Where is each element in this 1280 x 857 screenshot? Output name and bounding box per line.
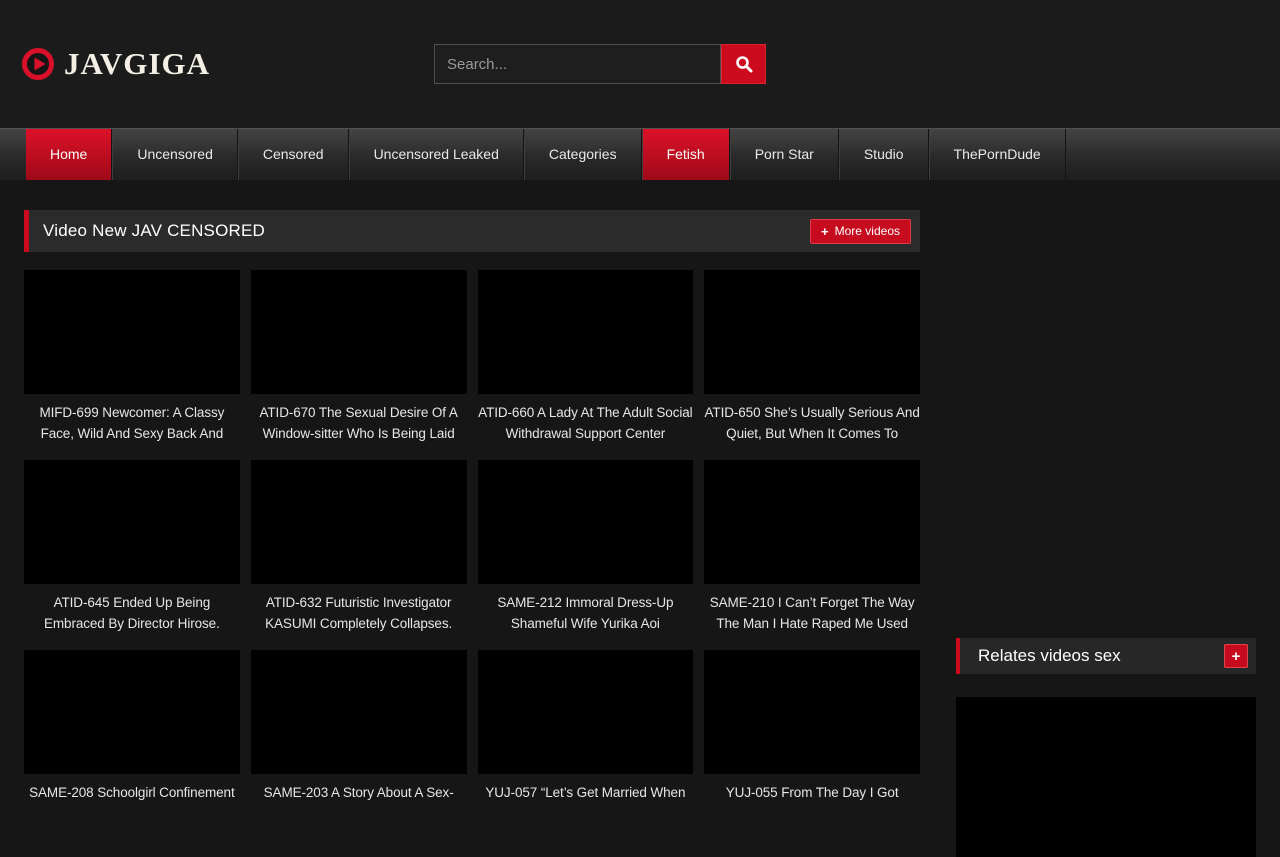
- video-thumbnail[interactable]: [704, 460, 920, 584]
- video-thumbnail[interactable]: [704, 270, 920, 394]
- main-column: Video New JAV CENSORED + More videos MIF…: [24, 210, 920, 857]
- video-thumbnail[interactable]: [24, 270, 240, 394]
- video-card: SAME-203 A Story About A Sex-: [251, 650, 467, 803]
- nav-item-uncensored-leaked[interactable]: Uncensored Leaked: [349, 129, 524, 180]
- main-nav: Home Uncensored Censored Uncensored Leak…: [0, 128, 1280, 180]
- video-thumbnail[interactable]: [704, 650, 920, 774]
- video-thumbnail[interactable]: [24, 650, 240, 774]
- video-thumbnail[interactable]: [478, 460, 694, 584]
- more-videos-button[interactable]: + More videos: [810, 219, 911, 244]
- video-card: ATID-645 Ended Up Being Embraced By Dire…: [24, 460, 240, 634]
- video-card: ATID-632 Futuristic Investigator KASUMI …: [251, 460, 467, 634]
- video-card: YUJ-055 From The Day I Got: [704, 650, 920, 803]
- video-card: SAME-212 Immoral Dress-Up Shameful Wife …: [478, 460, 694, 634]
- nav-item-fetish[interactable]: Fetish: [642, 129, 730, 180]
- video-title[interactable]: ATID-645 Ended Up Being Embraced By Dire…: [24, 592, 240, 634]
- plus-icon: +: [1232, 648, 1241, 665]
- video-card: YUJ-057 “Let’s Get Married When: [478, 650, 694, 803]
- sidebar-section-header: Relates videos sex +: [956, 638, 1256, 674]
- video-card: ATID-650 She’s Usually Serious And Quiet…: [704, 270, 920, 444]
- section-header: Video New JAV CENSORED + More videos: [24, 210, 920, 252]
- video-card: SAME-210 I Can’t Forget The Way The Man …: [704, 460, 920, 634]
- sidebar-more-button[interactable]: +: [1224, 644, 1248, 668]
- video-card: ATID-660 A Lady At The Adult Social With…: [478, 270, 694, 444]
- plus-icon: +: [821, 225, 829, 238]
- nav-item-uncensored[interactable]: Uncensored: [112, 129, 238, 180]
- video-title[interactable]: ATID-632 Futuristic Investigator KASUMI …: [251, 592, 467, 634]
- video-title[interactable]: MIFD-699 Newcomer: A Classy Face, Wild A…: [24, 402, 240, 444]
- search-icon: [735, 55, 753, 73]
- site-logo[interactable]: JAVGIGA: [22, 46, 210, 82]
- video-thumbnail[interactable]: [478, 650, 694, 774]
- video-card: SAME-208 Schoolgirl Confinement: [24, 650, 240, 803]
- video-title[interactable]: ATID-660 A Lady At The Adult Social With…: [478, 402, 694, 444]
- page: JAVGIGA Home Uncensored Censored Uncenso…: [0, 0, 1280, 857]
- site-header: JAVGIGA: [0, 0, 1280, 128]
- video-thumbnail[interactable]: [24, 460, 240, 584]
- sidebar-video-thumbnail[interactable]: [956, 697, 1256, 857]
- nav-item-censored[interactable]: Censored: [238, 129, 349, 180]
- site-logo-text: JAVGIGA: [64, 46, 210, 82]
- video-title[interactable]: SAME-212 Immoral Dress-Up Shameful Wife …: [478, 592, 694, 634]
- search-button[interactable]: [721, 44, 766, 84]
- nav-item-categories[interactable]: Categories: [524, 129, 642, 180]
- sidebar: Relates videos sex +: [956, 210, 1256, 857]
- video-title[interactable]: SAME-210 I Can’t Forget The Way The Man …: [704, 592, 920, 634]
- content-area: Video New JAV CENSORED + More videos MIF…: [0, 180, 1280, 857]
- video-title[interactable]: ATID-650 She’s Usually Serious And Quiet…: [704, 402, 920, 444]
- play-circle-icon: [22, 48, 54, 80]
- video-grid: MIFD-699 Newcomer: A Classy Face, Wild A…: [24, 270, 920, 803]
- section-title: Video New JAV CENSORED: [43, 221, 265, 241]
- search-input[interactable]: [434, 44, 721, 84]
- nav-item-theporndude[interactable]: ThePornDude: [929, 129, 1066, 180]
- video-card: MIFD-699 Newcomer: A Classy Face, Wild A…: [24, 270, 240, 444]
- nav-item-studio[interactable]: Studio: [839, 129, 929, 180]
- nav-item-porn-star[interactable]: Porn Star: [730, 129, 839, 180]
- video-thumbnail[interactable]: [478, 270, 694, 394]
- video-title[interactable]: ATID-670 The Sexual Desire Of A Window-s…: [251, 402, 467, 444]
- video-thumbnail[interactable]: [251, 460, 467, 584]
- video-thumbnail[interactable]: [251, 650, 467, 774]
- more-videos-label: More videos: [835, 224, 900, 238]
- sidebar-section-title: Relates videos sex: [978, 646, 1121, 666]
- nav-item-home[interactable]: Home: [26, 129, 112, 180]
- video-card: ATID-670 The Sexual Desire Of A Window-s…: [251, 270, 467, 444]
- search-bar: [434, 44, 766, 84]
- video-thumbnail[interactable]: [251, 270, 467, 394]
